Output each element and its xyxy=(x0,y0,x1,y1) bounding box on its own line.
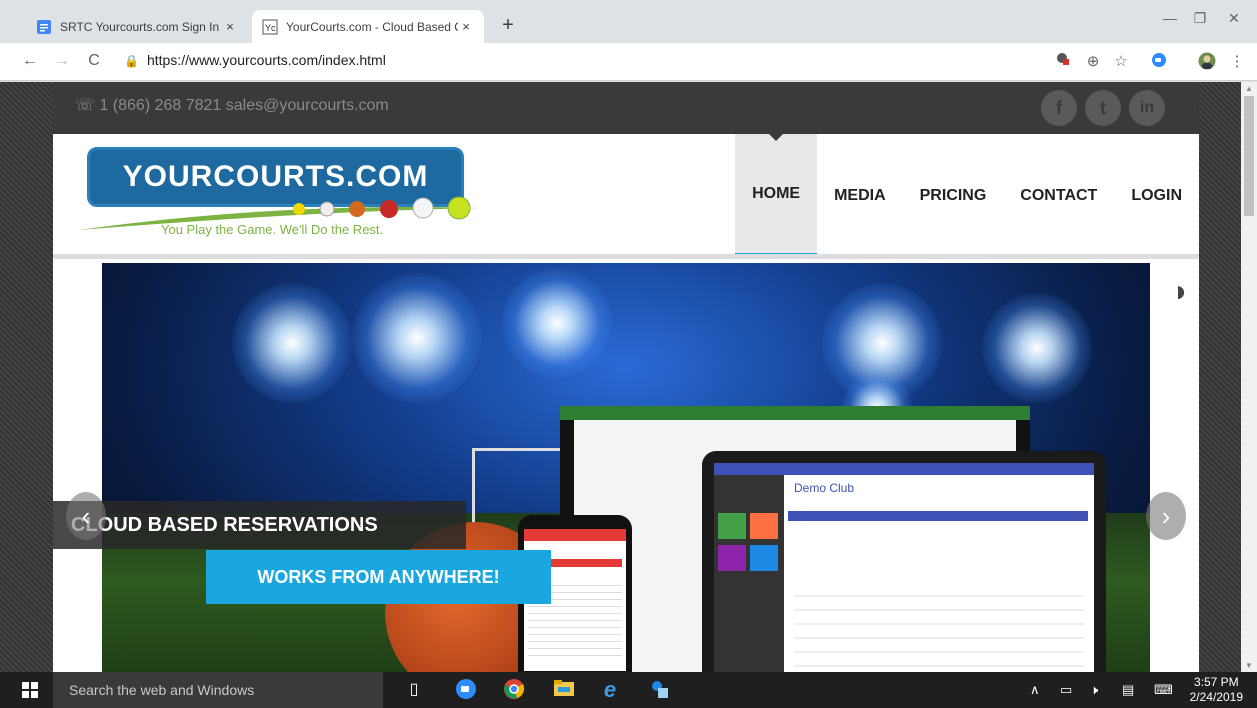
app-tile xyxy=(718,545,746,571)
twitter-icon[interactable]: t xyxy=(1085,90,1121,126)
stadium-light xyxy=(352,273,482,403)
top-contact-strip: ☏ 1 (866) 268 7821 sales@yourcourts.com … xyxy=(53,82,1199,134)
svg-text:Yc: Yc xyxy=(265,23,276,33)
address-bar[interactable]: 🔒 https://www.yourcourts.com/index.html xyxy=(124,52,386,68)
app-title: Demo Club xyxy=(794,481,855,495)
nav-label: PRICING xyxy=(919,187,987,204)
nav-label: CONTACT xyxy=(1020,187,1098,204)
side-tab-handle[interactable]: ◗ xyxy=(1172,275,1190,309)
battery-icon[interactable]: ▭ xyxy=(1060,682,1072,698)
page-viewport: ☏ 1 (866) 268 7821 sales@yourcourts.com … xyxy=(0,82,1241,672)
sports-balls-icon xyxy=(293,196,471,220)
url-text: https://www.yourcourts.com/index.html xyxy=(146,52,386,68)
main-nav: HOME MEDIA PRICING CONTACT LOGIN xyxy=(735,134,1199,258)
app-tile xyxy=(718,513,746,539)
stadium-light xyxy=(502,268,612,378)
yc-icon: Yc xyxy=(262,19,278,34)
page-scrollbar[interactable]: ▲ ▼ xyxy=(1241,82,1257,672)
doc-icon xyxy=(37,19,51,34)
tablet-screen: Demo Club xyxy=(714,463,1094,672)
tablet-device: Demo Club xyxy=(702,451,1106,672)
bookmark-star-icon[interactable]: ☆ xyxy=(1110,52,1132,70)
edge-icon[interactable]: e xyxy=(598,678,622,702)
close-window-button[interactable]: ✕ xyxy=(1214,10,1254,27)
new-tab-button[interactable]: + xyxy=(496,14,520,37)
facebook-icon[interactable]: f xyxy=(1041,90,1077,126)
app-header-bar xyxy=(524,529,626,541)
chrome-icon[interactable] xyxy=(502,678,526,702)
taskbar-search-input[interactable]: Search the web and Windows xyxy=(53,672,383,708)
nav-contact[interactable]: CONTACT xyxy=(1003,134,1114,258)
app-icon xyxy=(652,681,668,698)
windows-taskbar: Search the web and Windows ▯ e ∧ ▭ 🕨 ▤ ⌨… xyxy=(0,672,1257,708)
clock-time: 3:57 PM xyxy=(1193,675,1239,689)
app-header-bar xyxy=(714,463,1094,475)
browser-tab-bar: SRTC Yourcourts.com Sign In che × Yc You… xyxy=(0,0,1257,43)
tab-close-icon[interactable]: × xyxy=(458,19,474,34)
nav-label: LOGIN xyxy=(1131,187,1182,204)
nav-label: MEDIA xyxy=(834,187,886,204)
app-icon[interactable] xyxy=(648,678,672,702)
zoom-taskbar-icon xyxy=(456,679,476,699)
slider-prev-button[interactable]: ‹ xyxy=(66,492,106,540)
nav-media[interactable]: MEDIA xyxy=(817,134,903,258)
slide-caption-primary: CLOUD BASED RESERVATIONS xyxy=(53,501,466,549)
app-header-bar xyxy=(560,406,1030,420)
site-header: YOURCOURTS.COM You Play the Game. We'll … xyxy=(53,134,1199,258)
app-tile xyxy=(750,513,778,539)
zoom-app-icon[interactable] xyxy=(1148,52,1170,72)
linkedin-icon[interactable]: in xyxy=(1129,90,1165,126)
lock-icon: 🔒 xyxy=(124,54,139,68)
zoom-taskbar-icon[interactable] xyxy=(454,678,478,702)
profile-avatar[interactable] xyxy=(1196,52,1218,74)
contact-info: ☏ 1 (866) 268 7821 sales@yourcourts.com xyxy=(75,95,389,115)
notification-icon[interactable]: ▤ xyxy=(1122,682,1134,698)
file-explorer-icon[interactable] xyxy=(552,678,576,702)
task-view-icon[interactable]: ▯ xyxy=(402,678,426,702)
forward-button[interactable]: → xyxy=(52,52,72,70)
system-clock[interactable]: 3:57 PM 2/24/2019 xyxy=(1190,675,1243,705)
chrome-icon xyxy=(504,679,525,699)
logo-tagline: You Play the Game. We'll Do the Rest. xyxy=(161,222,384,237)
slider-next-button[interactable]: › xyxy=(1146,492,1186,540)
tab-title: SRTC Yourcourts.com Sign In che xyxy=(60,19,222,34)
zoom-icon[interactable]: ⊕ xyxy=(1082,52,1104,70)
back-button[interactable]: ← xyxy=(20,52,40,70)
reload-button[interactable]: C xyxy=(84,52,104,70)
contact-text: 1 (866) 268 7821 sales@yourcourts.com xyxy=(99,97,389,114)
nav-pricing[interactable]: PRICING xyxy=(903,134,1004,258)
stadium-light xyxy=(232,283,352,403)
tray-chevron-icon[interactable]: ∧ xyxy=(1030,682,1040,698)
slide-caption-secondary: WORKS FROM ANYWHERE! xyxy=(206,550,551,604)
nav-label: HOME xyxy=(752,184,801,202)
hero-slide-image: Demo Club xyxy=(102,263,1150,672)
scroll-up-icon[interactable]: ▲ xyxy=(1241,84,1257,93)
windows-start-icon[interactable] xyxy=(22,682,38,698)
folder-icon xyxy=(554,680,574,696)
app-tile xyxy=(750,545,778,571)
scroll-down-icon[interactable]: ▼ xyxy=(1241,661,1257,670)
tab-yourcourts[interactable]: Yc YourCourts.com - Cloud Based C × xyxy=(252,10,484,43)
zoom-app-icon xyxy=(1152,53,1166,67)
extension-icon xyxy=(1057,53,1069,65)
app-sidebar xyxy=(714,475,784,672)
phone-icon: ☏ xyxy=(75,97,100,114)
tab-srtc-signin[interactable]: SRTC Yourcourts.com Sign In che × xyxy=(26,10,248,43)
avatar xyxy=(1198,52,1216,70)
tab-close-icon[interactable]: × xyxy=(222,19,238,34)
keyboard-icon[interactable]: ⌨ xyxy=(1154,682,1173,698)
tab-title: YourCourts.com - Cloud Based C xyxy=(286,19,458,34)
app-schedule-grid xyxy=(794,583,1084,672)
nav-login[interactable]: LOGIN xyxy=(1114,134,1199,258)
app-breadcrumb-bar xyxy=(788,511,1088,521)
browser-menu-icon[interactable]: ⋮ xyxy=(1226,52,1248,70)
clock-date: 2/24/2019 xyxy=(1189,690,1243,704)
scroll-thumb[interactable] xyxy=(1244,96,1254,216)
volume-icon[interactable]: 🕨 xyxy=(1090,682,1098,698)
stadium-light xyxy=(982,293,1092,403)
nav-home[interactable]: HOME xyxy=(735,134,818,258)
extension-icon[interactable] xyxy=(1052,52,1074,70)
